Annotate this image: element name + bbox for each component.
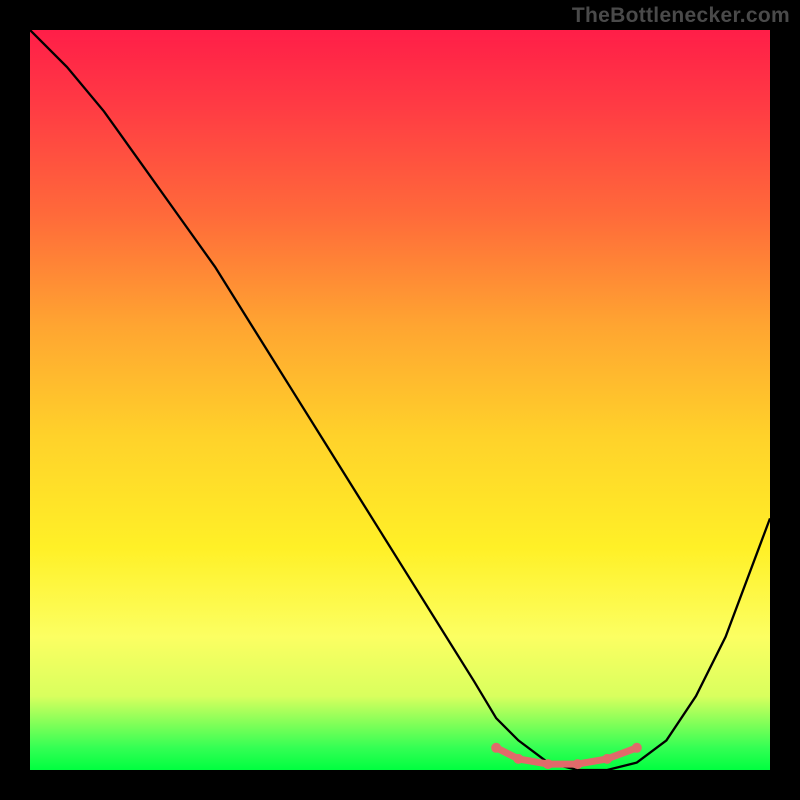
- bottleneck-curve-path: [30, 30, 770, 770]
- optimal-range-dot: [573, 759, 583, 769]
- plot-area: [30, 30, 770, 770]
- optimal-range-dot: [491, 743, 501, 753]
- optimal-range-dot: [513, 754, 523, 764]
- optimal-range-dot: [543, 759, 553, 769]
- chart-svg: [30, 30, 770, 770]
- chart-container: TheBottlenecker.com: [0, 0, 800, 800]
- optimal-range-dot: [602, 754, 612, 764]
- watermark-text: TheBottlenecker.com: [572, 4, 790, 28]
- optimal-range-dot: [632, 743, 642, 753]
